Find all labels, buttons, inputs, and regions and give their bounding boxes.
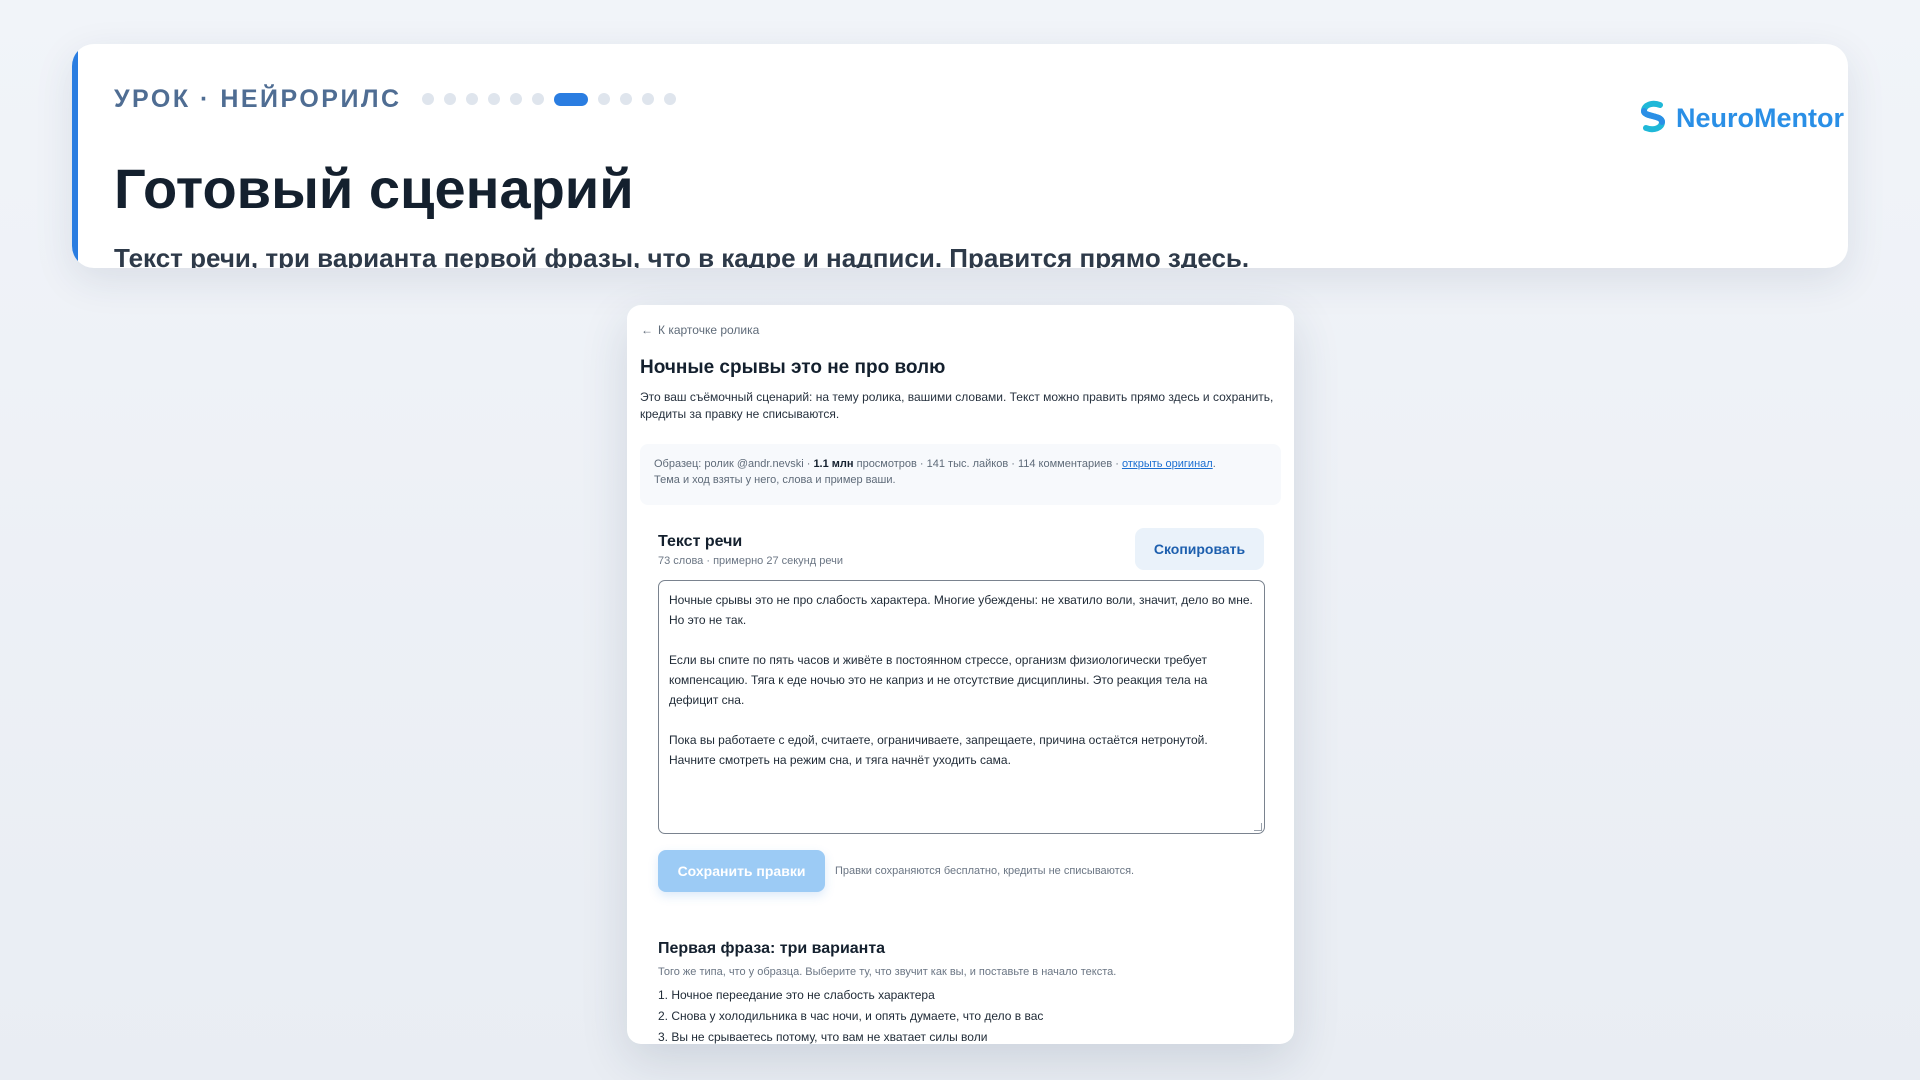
sample-stats-line: Образец: ролик @andr.nevski · 1.1 млн пр… — [654, 456, 1267, 472]
sample-stats: просмотров · 141 тыс. лайков · 114 комме… — [853, 458, 1122, 470]
speech-section-title: Текст речи — [658, 533, 743, 550]
resize-grip-icon[interactable] — [1254, 823, 1262, 831]
progress-dot — [465, 93, 478, 105]
video-title: Ночные срывы это не про волю — [640, 357, 946, 378]
sample-prefix: Образец: ролик @andr.nevski · — [654, 458, 814, 470]
lesson-label: УРОК · НЕЙРОРИЛС — [114, 84, 402, 113]
lesson-progress-dots — [421, 92, 686, 106]
lesson-header-card: УРОК · НЕЙРОРИЛС Готовый сценарий Текст … — [72, 44, 1848, 268]
speech-paragraph: Пока вы работаете с едой, считаете, огра… — [669, 733, 1208, 767]
first-phrase-section-meta: Того же типа, что у образца. Выберите ту… — [658, 966, 1117, 978]
save-edits-button[interactable]: Сохранить правки — [658, 850, 825, 892]
progress-dot — [509, 93, 522, 105]
first-phrase-variants: 1. Ночное переедание это не слабость хар… — [658, 985, 1278, 1044]
speech-paragraph: Ночные срывы это не про слабость характе… — [669, 593, 1253, 627]
speech-section-meta: 73 слова · примерно 27 секунд речи — [658, 555, 843, 567]
save-note: Правки сохраняются бесплатно, кредиты не… — [835, 865, 1135, 877]
page-subtitle: Текст речи, три варианта первой фразы, ч… — [114, 243, 1250, 268]
open-original-link[interactable]: открыть оригинал — [1122, 458, 1213, 470]
sample-views-count: 1.1 млн — [813, 458, 854, 470]
progress-dot — [443, 93, 456, 105]
arrow-left-icon: ← — [641, 323, 653, 337]
list-item: 2. Снова у холодильника в час ночи, и оп… — [658, 1009, 1044, 1023]
brand: NeuroMentor — [1638, 100, 1844, 136]
speech-text-area[interactable]: Ночные срывы это не про слабость характе… — [658, 580, 1265, 834]
brand-name: NeuroMentor — [1676, 102, 1844, 133]
script-screen: ← К карточке ролика Ночные срывы это не … — [627, 305, 1294, 1044]
progress-dot — [619, 93, 632, 105]
speech-paragraph: Если вы спите по пять часов и живёте в п… — [669, 653, 1208, 707]
progress-dot — [531, 93, 544, 105]
sample-info-box: Образец: ролик @andr.nevski · 1.1 млн пр… — [640, 444, 1281, 505]
back-to-video-card-link[interactable]: ← К карточке ролика — [641, 323, 759, 337]
video-description: Это ваш съёмочный сценарий: на тему роли… — [640, 390, 1274, 421]
accent-bar — [72, 44, 78, 268]
progress-dot — [663, 93, 676, 105]
first-phrase-section-title: Первая фраза: три варианта — [658, 940, 886, 957]
progress-dot — [597, 93, 610, 105]
list-item: 1. Ночное переедание это не слабость хар… — [658, 988, 935, 1002]
progress-dot — [487, 93, 500, 105]
progress-dot-current — [553, 92, 588, 106]
page-title: Готовый сценарий — [114, 157, 634, 220]
back-link-label: К карточке ролика — [658, 323, 760, 337]
sample-link-suffix: . — [1212, 458, 1216, 470]
brand-logo-icon — [1640, 100, 1666, 133]
progress-dot — [421, 93, 434, 105]
lesson-row: УРОК · НЕЙРОРИЛС — [114, 78, 686, 120]
progress-dot — [641, 93, 654, 105]
sample-note: Тема и ход взяты у него, слова и пример … — [654, 474, 896, 486]
list-item: 3. Вы не срываетесь потому, что вам не х… — [658, 1030, 988, 1044]
copy-button[interactable]: Скопировать — [1135, 528, 1264, 570]
